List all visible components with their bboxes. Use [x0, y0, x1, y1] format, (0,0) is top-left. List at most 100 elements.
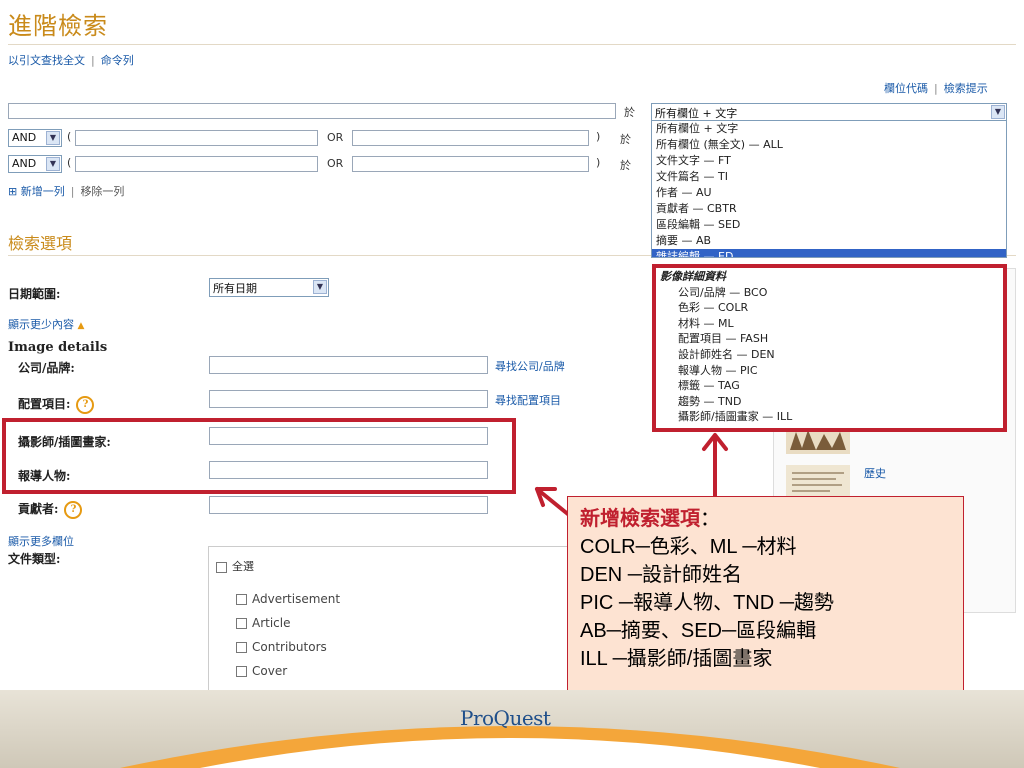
link-separator: |	[70, 185, 75, 198]
dropdown-option[interactable]: 文件文字 — FT	[652, 153, 1006, 169]
select-all-checkbox[interactable]: 全選	[216, 558, 254, 574]
dropdown-option[interactable]: 配置項目 — FASH	[660, 331, 1003, 347]
dropdown-option[interactable]: 標籤 — TAG	[660, 378, 1003, 394]
highlight-box	[2, 418, 516, 494]
config-label-wrap: 配置項目:?	[18, 395, 95, 414]
dropdown-option[interactable]: 報導人物 — PIC	[660, 363, 1003, 379]
image-details-heading: 影像詳細資料	[660, 270, 726, 283]
help-links: 欄位代碼 | 檢索提示	[884, 80, 988, 96]
top-links: 以引文查找全文 | 命令列	[8, 52, 134, 68]
dropdown-option[interactable]: 色彩 — COLR	[660, 300, 1003, 316]
date-range-label: 日期範圍:	[8, 287, 61, 301]
dropdown-option-highlighted[interactable]: 雜誌編輯 — ED	[652, 249, 1006, 257]
dropdown-option[interactable]: 材料 — ML	[660, 316, 1003, 332]
image-details-options: 影像詳細資料 公司/品牌 — BCO 色彩 — COLR 材料 — ML 配置項…	[652, 264, 1007, 432]
doc-type-item[interactable]: Contributors	[236, 640, 340, 664]
select-all-label: 全選	[232, 560, 254, 573]
dropdown-option[interactable]: 貢獻者 — CBTR	[652, 201, 1006, 217]
command-line-link[interactable]: 命令列	[101, 54, 134, 67]
search-input-2a[interactable]	[75, 130, 318, 146]
checkbox-icon	[236, 594, 247, 605]
row-controls: ⊞ 新增一列 | 移除一列	[8, 183, 124, 199]
dropdown-option[interactable]: 設計師姓名 — DEN	[660, 347, 1003, 363]
config-input[interactable]	[209, 390, 488, 408]
callout-line: ILL ─攝影師/插圖畫家	[580, 648, 773, 670]
date-range-select[interactable]: 所有日期 ▼	[209, 278, 329, 297]
contributor-label: 貢獻者:	[18, 502, 59, 516]
find-company-link[interactable]: 尋找公司/品牌	[495, 358, 565, 374]
operator-select-2[interactable]: AND ▼	[8, 129, 62, 147]
help-icon[interactable]: ?	[64, 500, 83, 519]
dropdown-option[interactable]: 公司/品牌 — BCO	[660, 285, 1003, 301]
callout-line: DEN ─設計師姓名	[580, 564, 742, 586]
history-link[interactable]: 歷史	[864, 465, 886, 481]
checkbox-icon	[216, 561, 227, 573]
callout-title-suffix: ：	[700, 508, 720, 530]
show-less-link[interactable]: 顯示更少內容 ▲	[8, 316, 84, 332]
title-divider	[8, 44, 1016, 45]
callout-line: PIC ─報導人物、TND ─趨勢	[580, 592, 834, 614]
in-label: 於	[624, 106, 635, 119]
show-more-fields-link[interactable]: 顯示更多欄位	[8, 533, 74, 549]
paren-close: )	[596, 130, 601, 143]
search-input-1[interactable]	[8, 103, 616, 119]
in-label: 於	[620, 159, 631, 172]
plus-box-icon: ⊞	[8, 185, 18, 198]
field-select-1[interactable]: 所有欄位 + 文字 ▼	[651, 103, 1007, 121]
paren-open: (	[67, 156, 72, 169]
image-details-label: Image details	[8, 340, 108, 355]
dropdown-option[interactable]: 所有欄位 + 文字	[652, 121, 1006, 137]
chevron-down-icon: ▼	[46, 131, 60, 145]
contributor-input[interactable]	[209, 496, 488, 514]
paren-open: (	[67, 130, 72, 143]
chevron-down-icon: ▼	[313, 280, 327, 294]
checkbox-icon	[236, 642, 247, 653]
help-icon[interactable]: ?	[76, 395, 95, 414]
dropdown-option[interactable]: 所有欄位 (無全文) — ALL	[652, 137, 1006, 153]
operator-select-3[interactable]: AND ▼	[8, 155, 62, 173]
search-input-3a[interactable]	[75, 156, 318, 172]
doc-type-label: Contributors	[252, 640, 327, 654]
checkbox-icon	[236, 618, 247, 629]
dropdown-option[interactable]: 攝影師/插圖畫家 — ILL	[660, 409, 1003, 425]
add-row-link[interactable]: ⊞ 新增一列	[8, 185, 65, 198]
doc-type-list: Advertisement Article Contributors Cover	[236, 592, 340, 688]
add-row-label: 新增一列	[20, 185, 65, 198]
contributor-label-wrap: 貢獻者:?	[18, 500, 83, 519]
operator-value: AND	[12, 157, 37, 170]
remove-row-link[interactable]: 移除一列	[80, 185, 124, 198]
or-label: OR	[327, 157, 344, 170]
triangle-up-icon: ▲	[77, 321, 85, 331]
field-dropdown-list: 所有欄位 + 文字 所有欄位 (無全文) — ALL 文件文字 — FT 文件篇…	[651, 120, 1007, 258]
in-label: 於	[620, 133, 631, 146]
dropdown-option[interactable]: 摘要 — AB	[652, 233, 1006, 249]
paren-close: )	[596, 156, 601, 169]
field-codes-link[interactable]: 欄位代碼	[884, 82, 928, 95]
date-range-value: 所有日期	[213, 282, 257, 295]
dropdown-option[interactable]: 趨勢 — TND	[660, 394, 1003, 410]
doc-type-label: Advertisement	[252, 592, 341, 606]
dropdown-option[interactable]: 區段編輯 — SED	[652, 217, 1006, 233]
chevron-down-icon: ▼	[991, 105, 1005, 119]
checkbox-icon	[236, 666, 247, 677]
search-tips-link[interactable]: 檢索提示	[944, 82, 988, 95]
doc-type-item[interactable]: Advertisement	[236, 592, 340, 616]
citation-link[interactable]: 以引文查找全文	[8, 54, 85, 67]
operator-value: AND	[12, 131, 37, 144]
show-less-label: 顯示更少內容	[8, 318, 74, 331]
callout-box: 新增檢索選項： COLR─色彩、ML ─材料 DEN ─設計師姓名 PIC ─報…	[567, 496, 964, 713]
company-label: 公司/品牌:	[18, 361, 75, 375]
search-input-2b[interactable]	[352, 130, 589, 146]
find-config-link[interactable]: 尋找配置項目	[495, 392, 561, 408]
link-separator: |	[91, 54, 95, 67]
or-label: OR	[327, 131, 344, 144]
doc-type-label: 文件類型:	[8, 552, 61, 566]
dropdown-option[interactable]: 作者 — AU	[652, 185, 1006, 201]
config-label: 配置項目:	[18, 397, 71, 411]
dropdown-option[interactable]: 文件篇名 — TI	[652, 169, 1006, 185]
company-input[interactable]	[209, 356, 488, 374]
doc-type-item[interactable]: Cover	[236, 664, 340, 688]
doc-type-item[interactable]: Article	[236, 616, 340, 640]
search-input-3b[interactable]	[352, 156, 589, 172]
field-select-value: 所有欄位 + 文字	[655, 107, 738, 120]
